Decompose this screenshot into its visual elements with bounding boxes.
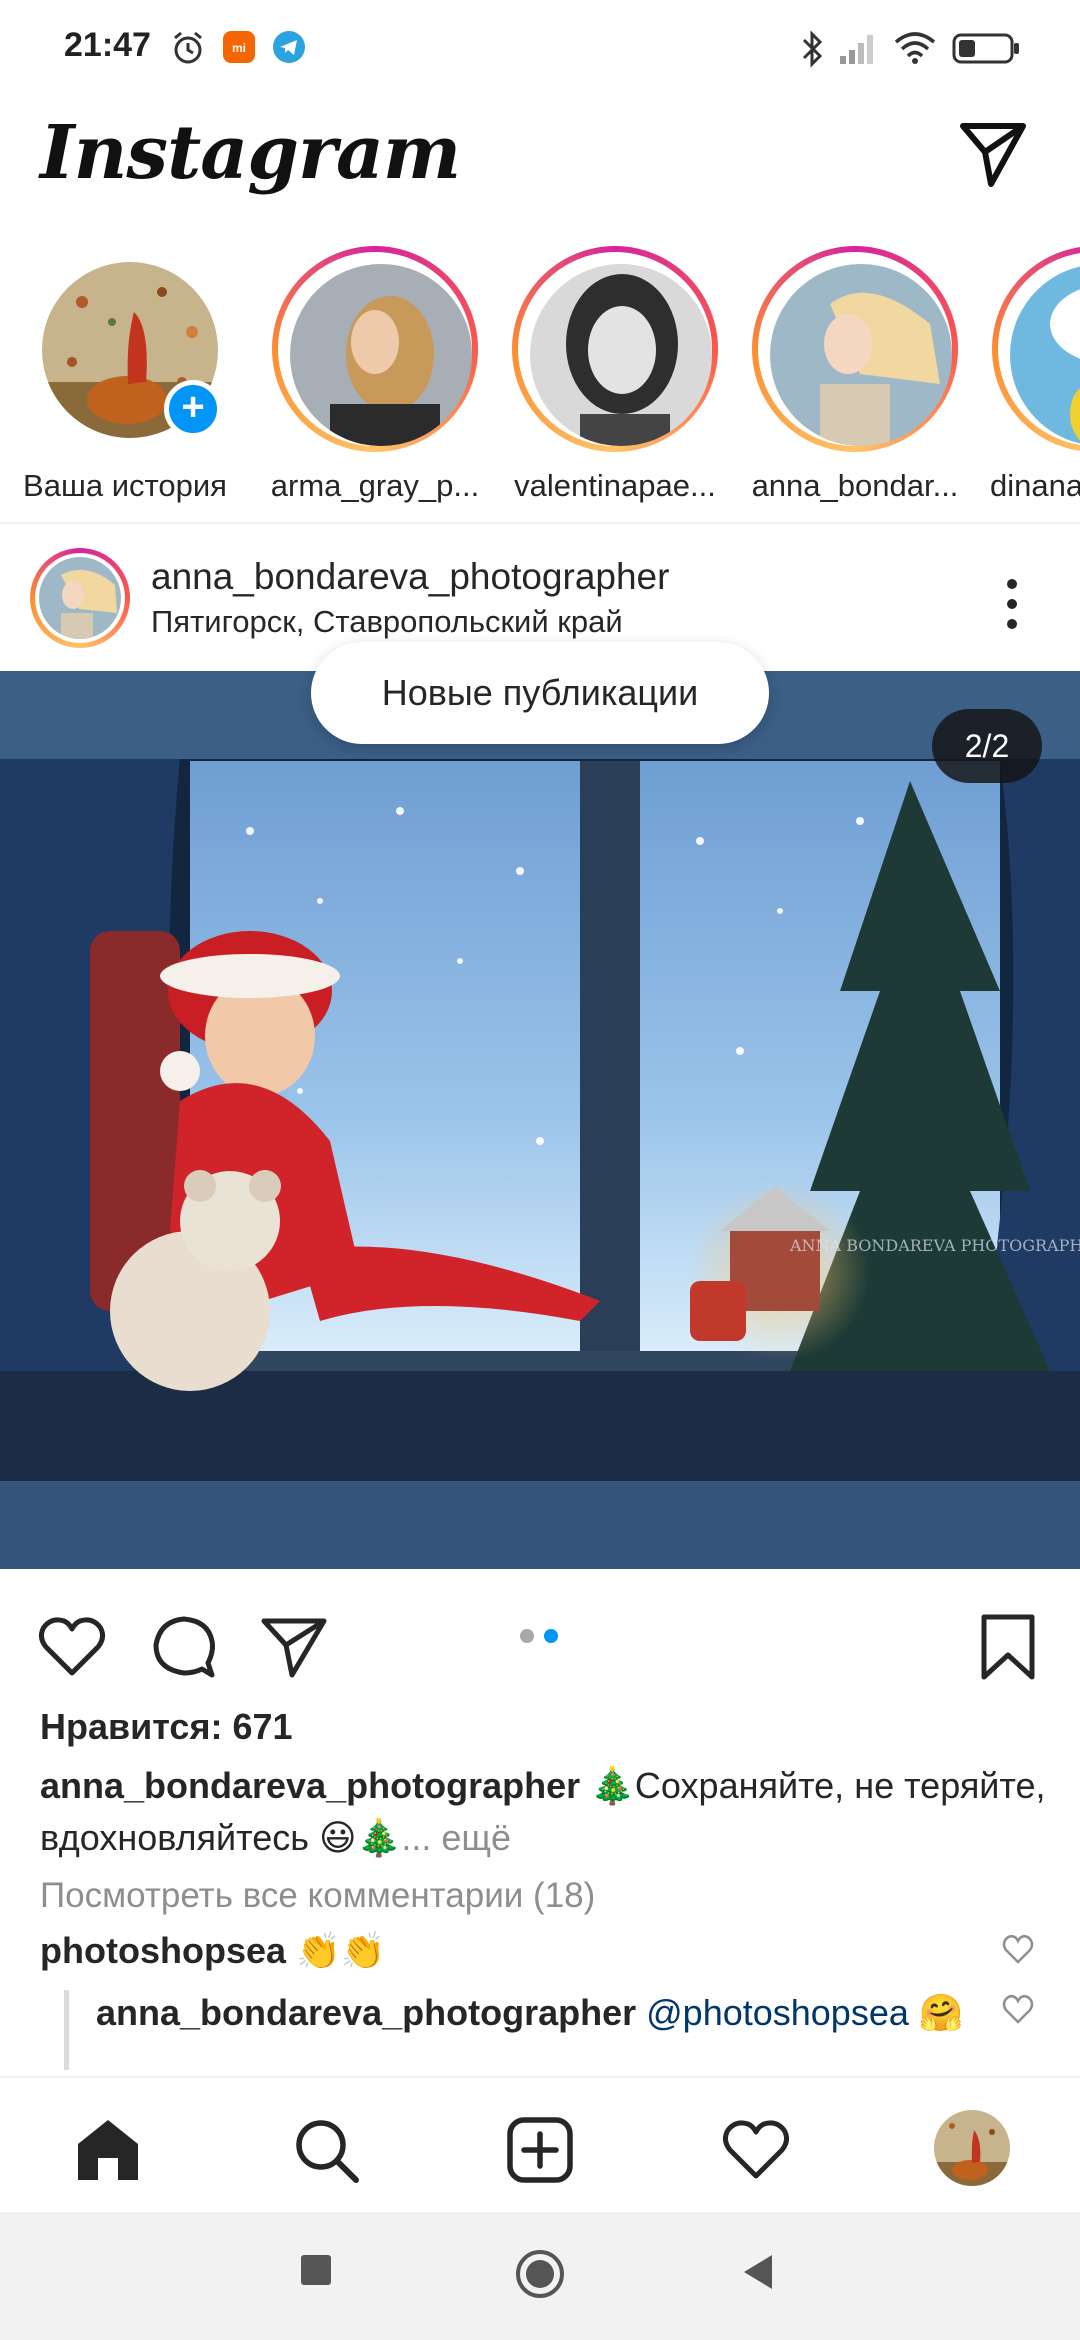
comment-like-icon[interactable] [1001,1992,1035,2026]
story-ring [512,246,718,452]
carousel-counter: 2/2 [932,709,1042,783]
photo-watermark: ANNA BONDAREVA PHOTOGRAPHY [789,1236,1080,1255]
telegram-icon [273,31,305,63]
stories-tray: + Ваша история arma_gray_p... valentinap… [0,246,1080,524]
signal-icon [840,35,873,64]
instagram-logo: Instagram [40,110,461,196]
system-navigation-bar [0,2212,1080,2340]
home-icon[interactable] [72,2114,144,2186]
mi-icon: mi [223,31,255,63]
likes-count[interactable]: Нравится: 671 [40,1706,293,1748]
comment-item: photoshopsea 👏👏 [40,1930,386,1972]
post-photo: ANNA BONDAREVA PHOTOGRAPHY [0,671,1080,1569]
home-circle-icon[interactable] [514,2248,566,2300]
post-actions [0,1569,1080,1699]
add-post-icon[interactable] [504,2114,576,2186]
story-ring [992,246,1080,452]
story-label: anna_bondar... [751,468,959,503]
view-all-comments-link[interactable]: Посмотреть все комментарии (18) [40,1876,595,1916]
status-bar: 21:47 mi [0,0,1080,96]
bottom-navigation [0,2076,1080,2212]
like-heart-icon[interactable] [36,1611,108,1683]
svg-text:mi: mi [232,41,246,55]
story-avatar [530,264,712,446]
new-posts-button[interactable]: Новые публикации [311,642,769,744]
comment-text: 🤗 [908,1992,964,2033]
story-label: dinana [990,468,1080,503]
caption-more-link[interactable]: ... ещё [401,1817,511,1858]
paper-plane-icon[interactable] [955,116,1031,192]
comment-mention[interactable]: @photoshopsea [646,1992,909,2033]
bluetooth-icon [802,30,823,68]
story-ring [752,246,958,452]
reply-thread-line [64,1990,69,2070]
recent-apps-icon[interactable] [298,2252,334,2288]
battery-icon [952,33,1019,64]
app-header: Instagram [0,96,1080,246]
story-ring [272,246,478,452]
story-label: Ваша история [23,468,227,503]
profile-avatar[interactable] [934,2110,1010,2186]
comment-like-icon[interactable] [1001,1932,1035,1966]
search-icon[interactable] [290,2114,362,2186]
status-time: 21:47 [64,26,151,64]
back-icon[interactable] [740,2252,776,2292]
post-location[interactable]: Пятигорск, Ставропольский край [151,604,623,640]
post-image[interactable]: ANNA BONDAREVA PHOTOGRAPHY [0,671,1080,1569]
story-avatar [290,264,472,446]
wifi-icon [894,32,936,64]
add-story-icon[interactable]: + [164,380,222,438]
share-icon[interactable] [258,1611,330,1683]
caption-username[interactable]: anna_bondareva_photographer [40,1765,580,1806]
story-avatar [1010,264,1080,446]
bookmark-icon[interactable] [972,1611,1044,1683]
post-caption: anna_bondareva_photographer 🎄Сохраняйте,… [40,1760,1050,1864]
story-label: valentinapae... [514,468,716,503]
alarm-icon [174,31,202,64]
activity-heart-icon[interactable] [720,2114,792,2186]
comment-icon[interactable] [148,1611,220,1683]
comment-username[interactable]: photoshopsea [40,1930,286,1971]
comment-reply: anna_bondareva_photographer @photoshopse… [96,1992,964,2034]
comment-text: 👏👏 [286,1930,386,1971]
carousel-dot-active [544,1629,558,1643]
carousel-dot [520,1629,534,1643]
story-label: arma_gray_p... [270,468,480,503]
post-username[interactable]: anna_bondareva_photographer [151,556,669,598]
comment-username[interactable]: anna_bondareva_photographer [96,1992,636,2033]
story-avatar [770,264,952,446]
more-options-icon[interactable] [992,574,1032,634]
post-author-avatar[interactable] [30,548,130,648]
